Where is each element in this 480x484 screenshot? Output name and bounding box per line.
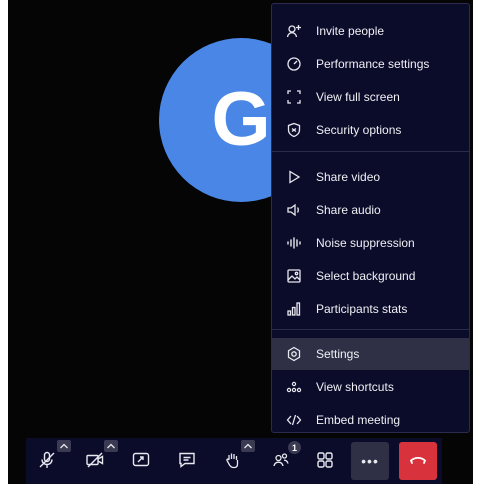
- menu-item-view-shortcuts[interactable]: View shortcuts: [272, 371, 469, 403]
- hangup-button[interactable]: [399, 442, 437, 480]
- code-icon: [286, 412, 302, 428]
- tile-view-icon: [315, 450, 335, 475]
- menu-item-label: Security options: [316, 123, 402, 137]
- menu-divider: [272, 329, 469, 330]
- share-screen-button[interactable]: [124, 445, 158, 479]
- menu-item-noise-suppression[interactable]: Noise suppression: [272, 227, 469, 259]
- menu-item-embed-meeting[interactable]: Embed meeting: [272, 404, 469, 436]
- play-icon: [286, 169, 302, 185]
- menu-item-label: View full screen: [316, 90, 400, 104]
- menu-item-settings[interactable]: Settings: [272, 338, 469, 370]
- camera-options-caret[interactable]: [104, 440, 118, 452]
- avatar-initial: G: [211, 77, 271, 162]
- menu-item-label: Performance settings: [316, 57, 430, 71]
- image-icon: [286, 268, 302, 284]
- tile-view-button[interactable]: [308, 445, 342, 479]
- menu-item-security-options[interactable]: Security options: [272, 114, 469, 146]
- menu-item-share-audio[interactable]: Share audio: [272, 194, 469, 226]
- menu-item-label: Settings: [316, 347, 360, 361]
- more-actions-menu: Invite people Performance settings View …: [271, 3, 470, 433]
- menu-item-share-video[interactable]: Share video: [272, 161, 469, 193]
- menu-item-label: View shortcuts: [316, 380, 394, 394]
- more-actions-button[interactable]: •••: [351, 442, 389, 480]
- share-screen-icon: [131, 450, 151, 475]
- participants-count-badge: 1: [288, 441, 301, 454]
- fullscreen-icon: [286, 89, 302, 105]
- menu-item-performance-settings[interactable]: Performance settings: [272, 48, 469, 80]
- hangup-icon: [408, 449, 428, 474]
- menu-item-label: Embed meeting: [316, 413, 401, 427]
- raise-hand-icon: [223, 450, 243, 475]
- participants-icon: [271, 450, 291, 475]
- menu-item-label: Share video: [316, 170, 381, 184]
- shortcuts-icon: [286, 379, 302, 395]
- menu-item-label: Select background: [316, 269, 416, 283]
- reactions-options-caret[interactable]: [241, 440, 255, 452]
- gauge-icon: [286, 56, 302, 72]
- more-dots-icon: •••: [361, 453, 379, 469]
- chat-button[interactable]: [170, 445, 204, 479]
- menu-item-participants-stats[interactable]: Participants stats: [272, 293, 469, 325]
- microphone-off-icon: [37, 450, 57, 475]
- gear-icon: [286, 346, 302, 362]
- toolbar: •••: [26, 438, 442, 484]
- menu-item-label: Invite people: [316, 24, 385, 38]
- signal-bars-icon: [286, 301, 302, 317]
- camera-off-icon: [85, 450, 105, 475]
- menu-item-label: Participants stats: [316, 302, 408, 316]
- menu-item-label: Noise suppression: [316, 236, 415, 250]
- microphone-options-caret[interactable]: [57, 440, 71, 452]
- menu-item-label: Share audio: [316, 203, 381, 217]
- shield-icon: [286, 122, 302, 138]
- chat-icon: [177, 450, 197, 475]
- waveform-icon: [286, 235, 302, 251]
- speaker-icon: [286, 202, 302, 218]
- menu-divider: [272, 151, 469, 152]
- menu-item-invite-people[interactable]: Invite people: [272, 15, 469, 47]
- menu-item-view-full-screen[interactable]: View full screen: [272, 81, 469, 113]
- menu-item-select-background[interactable]: Select background: [272, 260, 469, 292]
- invite-people-icon: [286, 23, 302, 39]
